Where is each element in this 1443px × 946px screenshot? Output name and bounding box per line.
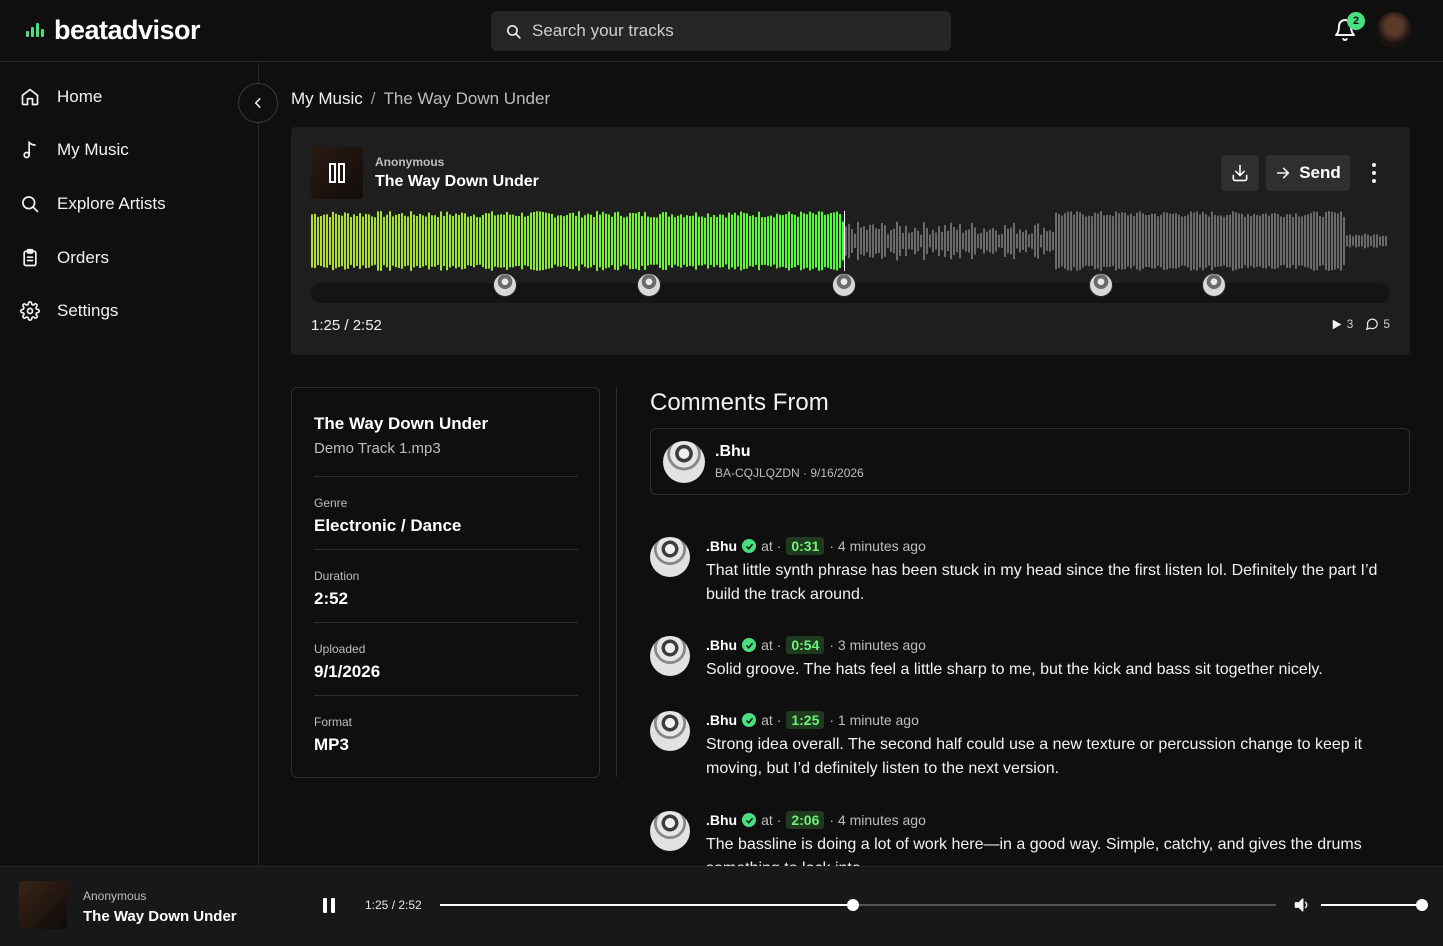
user-avatar[interactable] [1376,12,1412,48]
now-playing-title: The Way Down Under [83,908,237,925]
comment-at: at · [761,538,782,554]
notification-badge: 2 [1347,12,1365,30]
avatar [650,537,690,577]
volume-fill [1321,904,1422,906]
comment-at: at · [761,712,782,728]
sidebar-item-label: Settings [57,301,119,320]
sidebar-item-explore-artists[interactable]: Explore Artists [20,194,166,214]
progress-slider[interactable] [440,899,1276,911]
comment-at: at · [761,812,782,828]
comments-scroll-area: .Bhu at · 0:31 · 4 minutes ago That litt… [260,63,1443,866]
comment-timestamp[interactable]: 2:06 [786,811,825,829]
comment-header: .Bhu at · 1:25 · 1 minute ago [706,711,919,729]
progress-fill [440,904,853,906]
volume-icon[interactable] [1293,897,1311,913]
comment-header: .Bhu at · 2:06 · 4 minutes ago [706,811,926,829]
avatar [650,636,690,676]
sidebar-item-home[interactable]: Home [20,87,102,107]
logo[interactable]: beatadvisor [26,15,201,46]
comment-author: .Bhu [706,812,738,828]
search-bar[interactable] [491,11,951,51]
comment-text: That little synth phrase has been stuck … [706,562,1378,603]
now-playing-artist: Anonymous [83,889,147,903]
sidebar: Home My Music Explore Artists Orders Set… [0,63,259,866]
bottom-player-bar: Anonymous The Way Down Under 1:25 / 2:52 [0,866,1443,946]
logo-waveform-icon [26,22,48,40]
verified-icon [742,638,757,652]
sidebar-item-label: Home [57,87,103,106]
now-playing-time: 1:25 / 2:52 [365,898,422,912]
chevron-left-icon [254,98,261,108]
comment-timestamp[interactable]: 0:54 [786,636,825,654]
verified-icon [742,713,757,727]
comment-at: at · [761,637,782,653]
comment-header: .Bhu at · 0:54 · 3 minutes ago [706,636,926,654]
gear-icon [20,301,40,321]
comment-ago: · 4 minutes ago [829,812,926,828]
volume-slider[interactable] [1321,899,1428,911]
search-icon [506,24,521,39]
avatar [650,711,690,751]
now-playing-artwork [19,881,67,929]
comment-author: .Bhu [706,712,738,728]
top-bar: beatadvisor 2 [0,0,1443,62]
sidebar-item-label: Orders [57,248,109,267]
sidebar-item-label: Explore Artists [57,194,166,213]
comment-author: .Bhu [706,538,738,554]
music-note-icon [23,140,36,159]
pause-button[interactable] [321,898,337,914]
comment-author: .Bhu [706,637,738,653]
comment-ago: · 3 minutes ago [829,637,926,653]
verified-icon [742,813,757,827]
search-icon [22,196,39,213]
comment-ago: · 1 minute ago [829,712,919,728]
avatar [650,811,690,851]
comment-header: .Bhu at · 0:31 · 4 minutes ago [706,537,926,555]
volume-handle[interactable] [1416,899,1428,911]
comment-ago: · 4 minutes ago [829,538,926,554]
sidebar-item-orders[interactable]: Orders [20,248,109,268]
sidebar-item-label: My Music [57,140,129,159]
comment-text: Strong idea overall. The second half cou… [706,736,1363,777]
logo-text: beatadvisor [54,15,201,45]
verified-icon [742,539,757,553]
comment-text: Solid groove. The hats feel a little sha… [706,661,1323,678]
clipboard-icon [23,248,37,267]
progress-handle[interactable] [846,899,859,911]
comment-timestamp[interactable]: 1:25 [786,711,825,729]
collapse-sidebar-button[interactable] [238,83,278,123]
comment-text: The bassline is doing a lot of work here… [706,836,1362,866]
home-icon [21,88,39,106]
sidebar-item-settings[interactable]: Settings [20,301,118,321]
search-input[interactable] [532,21,932,41]
sidebar-item-my-music[interactable]: My Music [20,140,129,160]
comment-timestamp[interactable]: 0:31 [786,537,825,555]
